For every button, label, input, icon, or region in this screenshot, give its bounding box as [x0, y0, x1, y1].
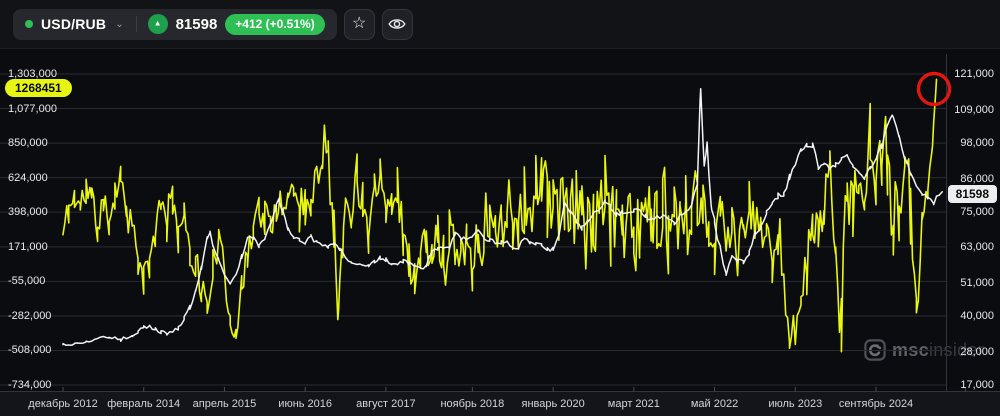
left-axis-tick-label: -282,000 [8, 309, 52, 322]
time-axis-tick-label: август 2017 [356, 398, 416, 410]
pair-label: USD/RUB [41, 16, 107, 32]
right-axis-tick-label: 51,000 [960, 277, 994, 290]
time-axis-tick-label: февраль 2014 [107, 398, 181, 410]
time-axis-tick-label: ноябрь 2018 [440, 398, 505, 410]
chart-area: mscinsider 1,303,000 1,077,000 850,000 624,… [0, 48, 1000, 416]
time-axis-tick-label: декабрь 2012 [28, 398, 98, 410]
chevron-down-icon: ⌄ [115, 19, 124, 30]
time-axis-tick-label: март 2021 [607, 398, 660, 410]
right-axis-tick-label: 98,000 [960, 136, 994, 149]
plot-canvas[interactable] [0, 48, 1000, 416]
left-axis-tick-label: 1,077,000 [8, 102, 57, 115]
ticker-selector[interactable]: USD/RUB ⌄ ▲ 81598 +412 (+0.51%) [13, 8, 337, 40]
right-axis-tick-label: 121,000 [954, 68, 994, 80]
time-axis-tick-label: июль 2023 [768, 398, 823, 410]
star-icon: ☆ [352, 15, 367, 32]
right-axis-tick-label: 109,000 [954, 103, 994, 116]
left-axis-tick-label: 171,000 [8, 240, 48, 253]
trading-app-window: USD/RUB ⌄ ▲ 81598 +412 (+0.51%) ☆ mscins… [0, 0, 1000, 416]
left-axis-tick-label: -508,000 [8, 344, 52, 357]
header-divider [135, 16, 137, 32]
left-axis-tick-label: -734,000 [8, 379, 52, 391]
change-badge: +412 (+0.51%) [225, 13, 325, 35]
right-axis-tick-label: 86,000 [960, 172, 994, 185]
right-axis-tick-label: 17,000 [960, 379, 994, 391]
eye-icon [388, 19, 406, 29]
time-axis-tick-label: май 2022 [690, 398, 739, 410]
time-axis-tick-label: апрель 2015 [192, 398, 257, 410]
chart-header: USD/RUB ⌄ ▲ 81598 +412 (+0.51%) ☆ [0, 0, 1000, 49]
trend-up-icon: ▲ [147, 14, 168, 34]
watchlist-button[interactable] [381, 8, 413, 40]
right-axis-tick-label: 75,000 [960, 205, 994, 218]
time-axis-tick-label: июнь 2016 [278, 398, 333, 410]
left-axis-tick-label: 624,000 [8, 171, 48, 184]
right-axis-tick-label: 28,000 [960, 346, 994, 359]
right-axis-tick-label: 63,000 [960, 241, 994, 254]
time-axis-tick-label: сентябрь 2024 [838, 398, 914, 410]
time-axis-tick-label: январь 2020 [521, 398, 585, 410]
favorite-button[interactable]: ☆ [343, 8, 375, 40]
last-price-label: 81598 [175, 15, 218, 33]
price-value-badge: 81598 [947, 185, 997, 203]
instrument-status-dot-icon [25, 20, 33, 28]
right-axis-tick-label: 40,000 [960, 310, 994, 323]
left-axis-tick-label: 850,000 [8, 137, 48, 150]
indicator-value-badge: 1268451 [5, 79, 72, 97]
left-axis-tick-label: -55,000 [8, 275, 46, 288]
left-axis-tick-label: 398,000 [8, 206, 48, 219]
